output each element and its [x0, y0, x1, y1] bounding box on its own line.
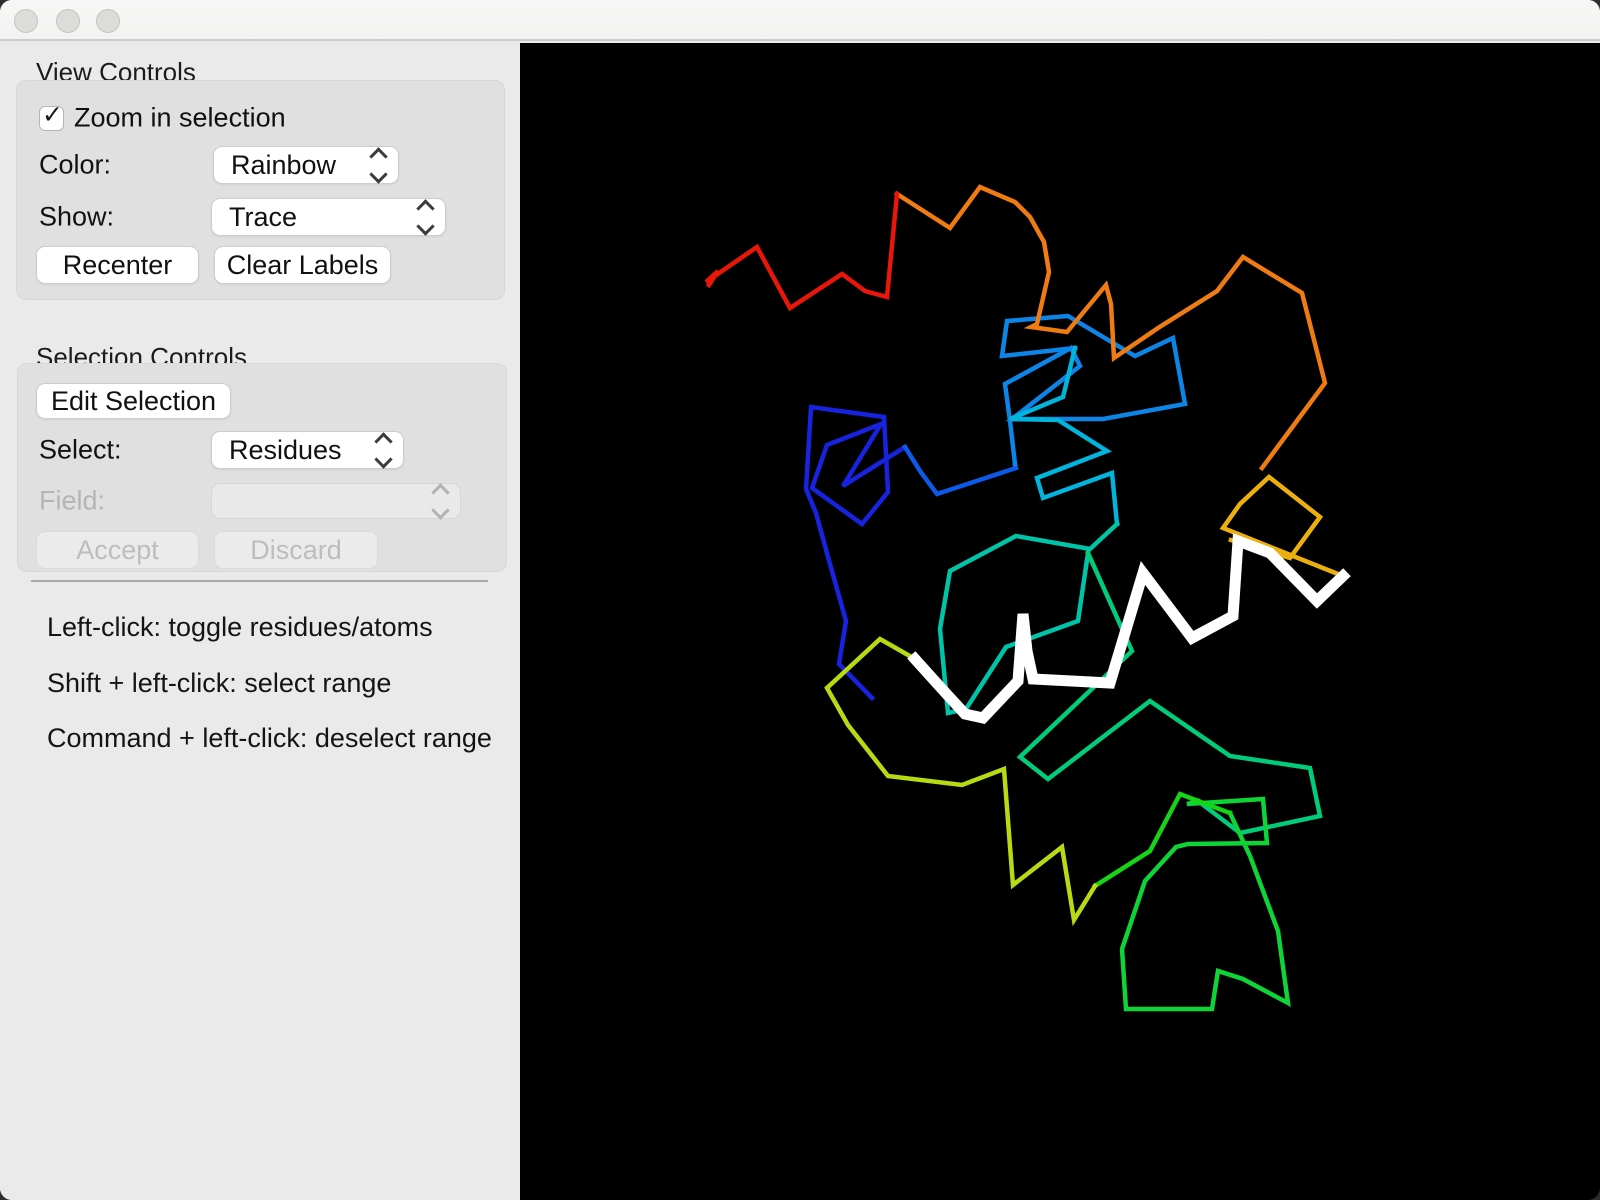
field-select	[211, 482, 461, 520]
molecule-viewport[interactable]	[520, 43, 1600, 1200]
trace-segment-blue	[901, 443, 1019, 497]
show-select[interactable]: Trace	[211, 198, 446, 236]
trace-segment-green	[1119, 796, 1291, 1012]
updown-chevrons-icon	[431, 482, 450, 520]
view-controls-group: ✓ Zoom in selection Color: Rainbow Show:…	[16, 80, 505, 300]
updown-chevrons-icon	[374, 431, 393, 469]
zoom-in-selection-checkbox[interactable]: ✓	[39, 101, 64, 131]
field-label: Field:	[39, 485, 106, 516]
trace-segment-sea-green	[1016, 550, 1323, 836]
sidebar-divider	[31, 580, 488, 582]
window-content: View Controls ✓ Zoom in selection Color:…	[0, 43, 1600, 1200]
show-label: Show:	[39, 201, 115, 232]
recenter-button[interactable]: Recenter	[36, 246, 199, 284]
show-select-value: Trace	[229, 201, 298, 232]
select-mode-value: Residues	[229, 434, 342, 465]
color-select[interactable]: Rainbow	[213, 146, 399, 184]
discard-button: Discard	[214, 531, 378, 569]
select-mode-select[interactable]: Residues	[211, 431, 404, 469]
selection-controls-group: Edit Selection Select: Residues Field: A…	[17, 363, 507, 572]
zoom-button[interactable]	[96, 9, 120, 33]
accept-button: Accept	[36, 531, 199, 569]
trace-segment-red-c-terminus	[704, 191, 900, 312]
trace-segment-blue-n-terminus	[803, 404, 909, 702]
zoom-in-selection-label: Zoom in selection	[74, 102, 286, 133]
close-button[interactable]	[14, 9, 38, 33]
checkmark-icon: ✓	[42, 101, 63, 129]
updown-chevrons-icon	[416, 198, 435, 236]
window-titlebar[interactable]	[0, 0, 1600, 41]
clear-labels-button[interactable]: Clear Labels	[214, 246, 391, 284]
color-label: Color:	[39, 149, 112, 180]
help-line-shift-click: Shift + left-click: select range	[47, 668, 392, 698]
edit-selection-button[interactable]: Edit Selection	[36, 383, 231, 419]
updown-chevrons-icon	[369, 146, 388, 184]
app-window: View Controls ✓ Zoom in selection Color:…	[0, 0, 1600, 1200]
color-select-value: Rainbow	[231, 149, 337, 180]
help-line-command-click: Command + left-click: deselect range	[47, 723, 492, 753]
protein-trace	[520, 43, 1600, 1200]
trace-segment-orange	[893, 184, 1328, 472]
minimize-button[interactable]	[56, 9, 80, 33]
help-line-left-click: Left-click: toggle residues/atoms	[47, 612, 433, 642]
select-label: Select:	[39, 434, 122, 465]
controls-sidebar: View Controls ✓ Zoom in selection Color:…	[0, 43, 520, 1200]
